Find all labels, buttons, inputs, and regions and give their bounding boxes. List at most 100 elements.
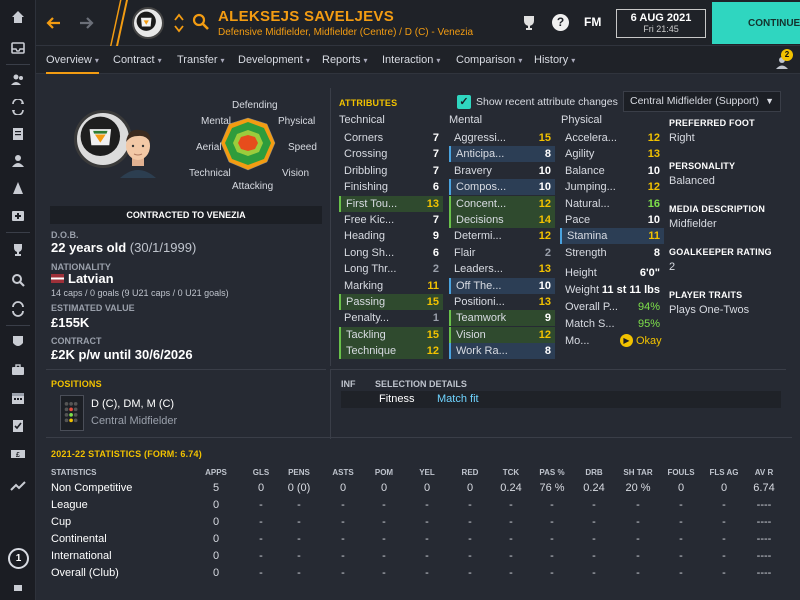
attribute-row[interactable]: Accelera... 12 (560, 130, 664, 146)
statistics-column-header[interactable]: PAS % (532, 468, 572, 477)
statistics-column-header[interactable]: STATISTICS (51, 468, 96, 477)
tab-interaction[interactable]: Interaction ▾ (382, 46, 440, 74)
attribute-row[interactable]: Agility 13 (560, 146, 664, 162)
medical-icon[interactable] (8, 205, 28, 225)
finances-icon[interactable] (8, 360, 28, 380)
attribute-row[interactable]: Jumping... 12 (560, 179, 664, 195)
attribute-row[interactable]: Free Kic... 7 (339, 212, 443, 228)
statistics-column-header[interactable]: TCK (491, 468, 531, 477)
statistics-column-header[interactable]: POM (364, 468, 404, 477)
statistics-column-header[interactable]: AV R (744, 468, 784, 477)
sidebar-badge[interactable]: 1 (8, 548, 29, 569)
attribute-row[interactable]: Corners 7 (339, 130, 443, 146)
attribute-row[interactable]: Decisions 14 (449, 212, 555, 228)
attribute-row[interactable]: Concent... 12 (449, 195, 555, 212)
statistics-column-header[interactable]: FOULS (661, 468, 701, 477)
attribute-row[interactable]: Vision 12 (449, 326, 555, 343)
trend-icon[interactable] (8, 476, 28, 496)
attribute-row[interactable]: Bravery 10 (449, 163, 555, 179)
attribute-row[interactable]: Aggressi... 15 (449, 130, 555, 146)
attribute-row[interactable]: Anticipa... 8 (449, 146, 555, 163)
tab-contract[interactable]: Contract ▾ (113, 46, 162, 74)
attribute-row[interactable]: Leaders... 13 (449, 261, 555, 277)
attribute-row[interactable]: Pace 10 (560, 212, 664, 228)
date-box[interactable]: 6 AUG 2021 Fri 21:45 (616, 9, 706, 38)
notification-badge[interactable]: 2 (781, 49, 793, 61)
reports-icon[interactable] (8, 124, 28, 144)
table-row[interactable]: Non Competitive 5 0 0 (0) 0 0 0 0 0.24 76 % 0.24 20… (46, 482, 786, 499)
table-row[interactable]: International 0- - - - - - - - - - - - ---- (46, 550, 786, 567)
role-select[interactable]: Central Midfielder (Support) ▼ (623, 91, 781, 112)
table-row[interactable]: Cup 0- - - - - - - - - - - - ---- (46, 516, 786, 533)
statistics-column-header[interactable]: APPS (196, 468, 236, 477)
attribute-row[interactable]: Teamwork 9 (449, 310, 555, 327)
attribute-row[interactable]: Technique 12 (339, 343, 443, 360)
clipboard-icon[interactable] (8, 416, 28, 436)
attribute-row[interactable]: Penalty... 1 (339, 310, 443, 326)
attribute-row[interactable]: First Tou... 13 (339, 195, 443, 212)
chevron-down-icon: ▾ (157, 56, 162, 65)
settings-small-icon[interactable] (8, 578, 28, 598)
statistics-column-header[interactable]: DRB (574, 468, 614, 477)
attribute-row[interactable]: Dribbling 7 (339, 163, 443, 179)
tab-history[interactable]: History ▾ (534, 46, 575, 74)
statistics-column-header[interactable]: RED (450, 468, 490, 477)
back-arrow-icon[interactable] (44, 13, 64, 33)
tab-transfer[interactable]: Transfer ▾ (177, 46, 225, 74)
squad-icon[interactable] (8, 70, 28, 90)
transfers-icon[interactable] (8, 299, 28, 319)
scouting-icon[interactable] (8, 270, 28, 290)
training-icon[interactable] (8, 178, 28, 198)
fm-logo[interactable]: FM (584, 15, 601, 29)
trophy-icon[interactable] (520, 14, 538, 32)
selection-label: SELECTION DETAILS (375, 379, 467, 389)
attribute-row[interactable]: Balance 10 (560, 163, 664, 179)
tactics-icon[interactable] (8, 97, 28, 117)
table-row[interactable]: Overall (Club) 0- - - - - - - - - - - - ---- (46, 567, 786, 584)
attribute-row[interactable]: Flair 2 (449, 245, 555, 261)
attribute-row[interactable]: Long Thr... 2 (339, 261, 443, 277)
show-recent-checkbox[interactable]: ✓ (457, 95, 471, 109)
statistics-column-header[interactable]: YEL (407, 468, 447, 477)
attribute-row[interactable]: Marking 11 (339, 278, 443, 294)
attribute-row[interactable]: Stamina 11 (560, 228, 664, 245)
table-row[interactable]: Continental 0- - - - - - - - - - - - ---- (46, 533, 786, 550)
money-icon[interactable]: £ (8, 444, 28, 464)
tab-comparison[interactable]: Comparison ▾ (456, 46, 522, 74)
attribute-row[interactable]: Heading 9 (339, 228, 443, 244)
attribute-row[interactable]: Passing 15 (339, 294, 443, 310)
attribute-row[interactable]: Determi... 12 (449, 228, 555, 244)
attribute-row[interactable]: Finishing 6 (339, 179, 443, 195)
statistics-column-header[interactable]: SH TAR (618, 468, 658, 477)
statistics-column-header[interactable]: ASTS (323, 468, 363, 477)
search-icon[interactable] (192, 13, 210, 31)
club-crest-icon[interactable] (132, 7, 164, 39)
continue-button[interactable]: CONTINUE ▶ (712, 2, 800, 44)
attribute-name: Penalty... (344, 312, 390, 325)
club-info-icon[interactable] (8, 332, 28, 352)
home-icon[interactable] (8, 7, 28, 27)
attribute-row[interactable]: Off The... 10 (449, 277, 555, 294)
competitions-icon[interactable] (8, 240, 28, 260)
schedule-icon[interactable] (8, 388, 28, 408)
tab-overview[interactable]: Overview ▾ (46, 46, 99, 74)
help-icon[interactable]: ? (552, 14, 569, 31)
attribute-row[interactable]: Natural... 16 (560, 196, 664, 212)
staff-icon[interactable] (8, 151, 28, 171)
tab-reports[interactable]: Reports ▾ (322, 46, 368, 74)
attribute-row[interactable]: Compos... 10 (449, 179, 555, 196)
attribute-row[interactable]: Strength 8 (560, 245, 664, 261)
attribute-row[interactable]: Work Ra... 8 (449, 343, 555, 360)
attribute-row[interactable]: Tackling 15 (339, 326, 443, 343)
attribute-row[interactable]: Crossing 7 (339, 146, 443, 162)
tab-development[interactable]: Development ▾ (238, 46, 310, 74)
inbox-icon[interactable] (8, 38, 28, 58)
sort-arrows-icon[interactable] (174, 12, 184, 34)
attribute-row[interactable]: Positioni... 13 (449, 294, 555, 310)
statistics-column-header[interactable]: GLS (241, 468, 281, 477)
statistics-column-header[interactable]: PENS (279, 468, 319, 477)
statistics-column-header[interactable]: FLS AG (704, 468, 744, 477)
forward-arrow-icon[interactable] (76, 13, 96, 33)
table-row[interactable]: League 0- - - - - - - - - - - - ---- (46, 499, 786, 516)
attribute-row[interactable]: Long Sh... 6 (339, 245, 443, 261)
